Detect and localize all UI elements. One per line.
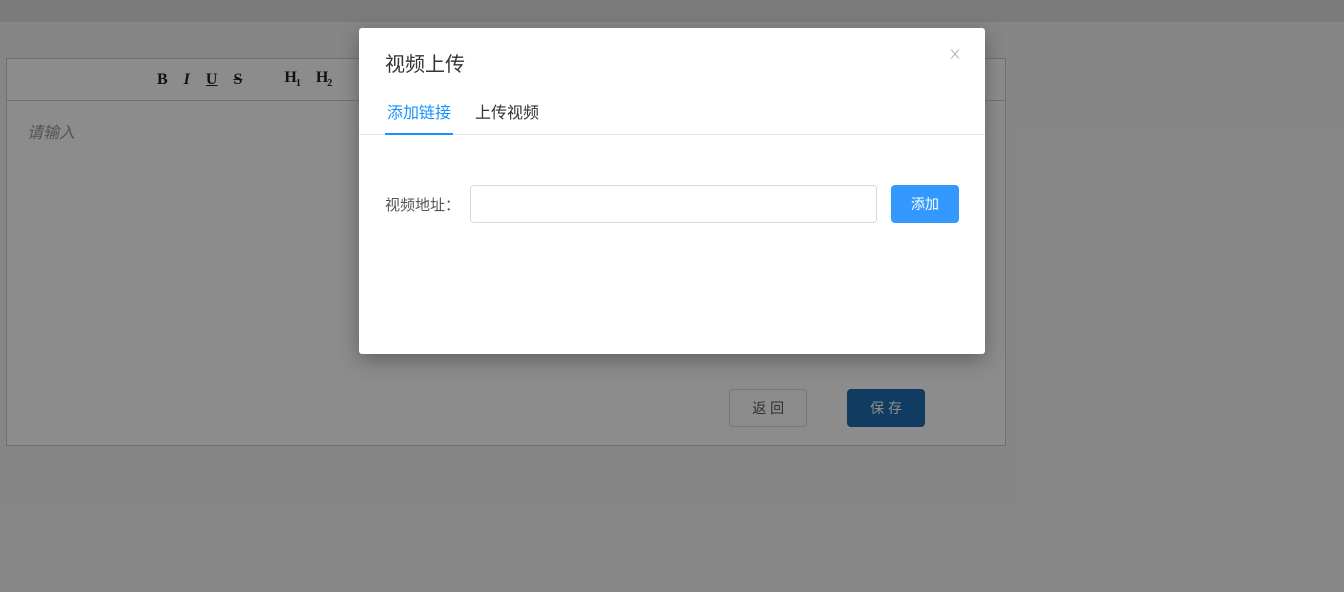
video-url-input[interactable]	[470, 185, 877, 223]
video-upload-modal: 视频上传 添加链接 上传视频 视频地址： 添加	[359, 28, 985, 354]
close-button[interactable]	[945, 46, 965, 66]
modal-body: 视频地址： 添加	[359, 135, 985, 273]
close-icon	[948, 47, 962, 65]
modal-header: 视频上传	[359, 28, 985, 87]
add-button[interactable]: 添加	[891, 185, 959, 223]
tab-upload-video[interactable]: 上传视频	[473, 91, 541, 135]
tab-add-link[interactable]: 添加链接	[385, 91, 453, 135]
modal-tabs: 添加链接 上传视频	[359, 87, 985, 135]
modal-overlay[interactable]: 视频上传 添加链接 上传视频 视频地址： 添加	[0, 0, 1344, 592]
video-url-label: 视频地址：	[385, 194, 460, 215]
modal-title: 视频上传	[385, 48, 959, 77]
